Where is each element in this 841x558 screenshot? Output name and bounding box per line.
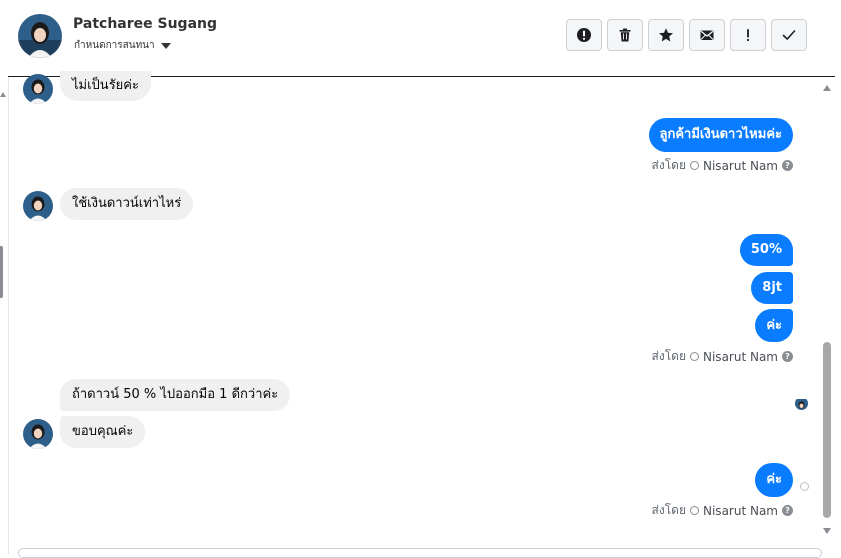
scrollbar-thumb[interactable] <box>823 342 831 518</box>
help-icon[interactable]: ? <box>782 351 793 362</box>
mark-done-button[interactable] <box>771 19 807 51</box>
agent-name[interactable]: Nisarut Nam <box>703 159 778 173</box>
agent-name[interactable]: Nisarut Nam <box>703 504 778 518</box>
conversation-stage-dropdown[interactable]: กำหนดการสนทนา <box>74 38 171 53</box>
incoming-message[interactable]: ใช้เงินดาวน์เท่าไหร่ <box>60 188 194 220</box>
contact-avatar-small <box>23 191 53 221</box>
scroll-up-arrow-icon[interactable] <box>823 85 831 91</box>
check-circle-icon <box>690 161 699 170</box>
collapse-caret-icon[interactable] <box>0 92 6 97</box>
sent-status-icon <box>800 482 809 491</box>
seen-receipt-avatar <box>795 397 808 410</box>
sent-by-label: ส่งโดย Nisarut Nam ? <box>652 501 793 520</box>
help-icon[interactable]: ? <box>782 160 793 171</box>
sent-by-prefix: ส่งโดย <box>651 349 686 363</box>
mark-unread-button[interactable] <box>689 19 725 51</box>
incoming-message[interactable]: ถ้าดาวน์ 50 % ไปออกมือ 1 ดีกว่าค่ะ <box>60 379 291 411</box>
conversation-header: Patcharee Sugang กำหนดการสนทนา <box>8 0 835 77</box>
alert-circle-icon <box>577 28 591 42</box>
panel-resize-handle[interactable] <box>0 246 3 298</box>
trash-icon <box>619 28 631 42</box>
outgoing-message[interactable]: ค่ะ <box>755 309 793 342</box>
message-composer[interactable] <box>18 548 822 558</box>
contact-avatar-small <box>23 419 53 449</box>
outgoing-message[interactable]: ค่ะ <box>755 463 793 497</box>
agent-name[interactable]: Nisarut Nam <box>703 350 778 364</box>
follow-up-button[interactable] <box>730 19 766 51</box>
mark-spam-button[interactable] <box>566 19 602 51</box>
conversation-toolbar <box>566 19 807 51</box>
sent-by-prefix: ส่งโดย <box>651 503 686 517</box>
star-button[interactable] <box>648 19 684 51</box>
delete-button[interactable] <box>607 19 643 51</box>
contact-avatar-small <box>23 74 53 104</box>
contact-name[interactable]: Patcharee Sugang <box>73 16 217 32</box>
check-circle-icon <box>690 506 699 515</box>
exclamation-icon <box>746 29 750 42</box>
message-thread[interactable]: ไม่เป็นรัยค่ะ ลูกค้ามีเงินดาวไหมค่ะ ส่งโ… <box>8 71 820 547</box>
incoming-message[interactable]: ไม่เป็นรัยค่ะ <box>60 71 151 101</box>
outgoing-message[interactable]: 8jt <box>751 272 793 304</box>
scroll-down-arrow-icon[interactable] <box>823 528 831 534</box>
chevron-down-icon <box>160 42 171 49</box>
conversation-stage-label: กำหนดการสนทนา <box>74 40 155 51</box>
outgoing-message[interactable]: ลูกค้ามีเงินดาวไหมค่ะ <box>648 118 793 152</box>
check-icon <box>782 30 796 40</box>
sent-by-prefix: ส่งโดย <box>651 158 686 172</box>
check-circle-icon <box>690 352 699 361</box>
star-icon <box>659 28 673 42</box>
thread-scrollbar[interactable] <box>820 80 834 534</box>
sent-by-label: ส่งโดย Nisarut Nam ? <box>652 347 793 366</box>
contact-avatar[interactable] <box>18 14 62 58</box>
outgoing-message[interactable]: 50% <box>739 234 793 266</box>
incoming-message[interactable]: ขอบคุณค่ะ <box>60 416 146 448</box>
sent-by-label: ส่งโดย Nisarut Nam ? <box>652 156 793 175</box>
envelope-icon <box>700 30 714 40</box>
help-icon[interactable]: ? <box>782 505 793 516</box>
